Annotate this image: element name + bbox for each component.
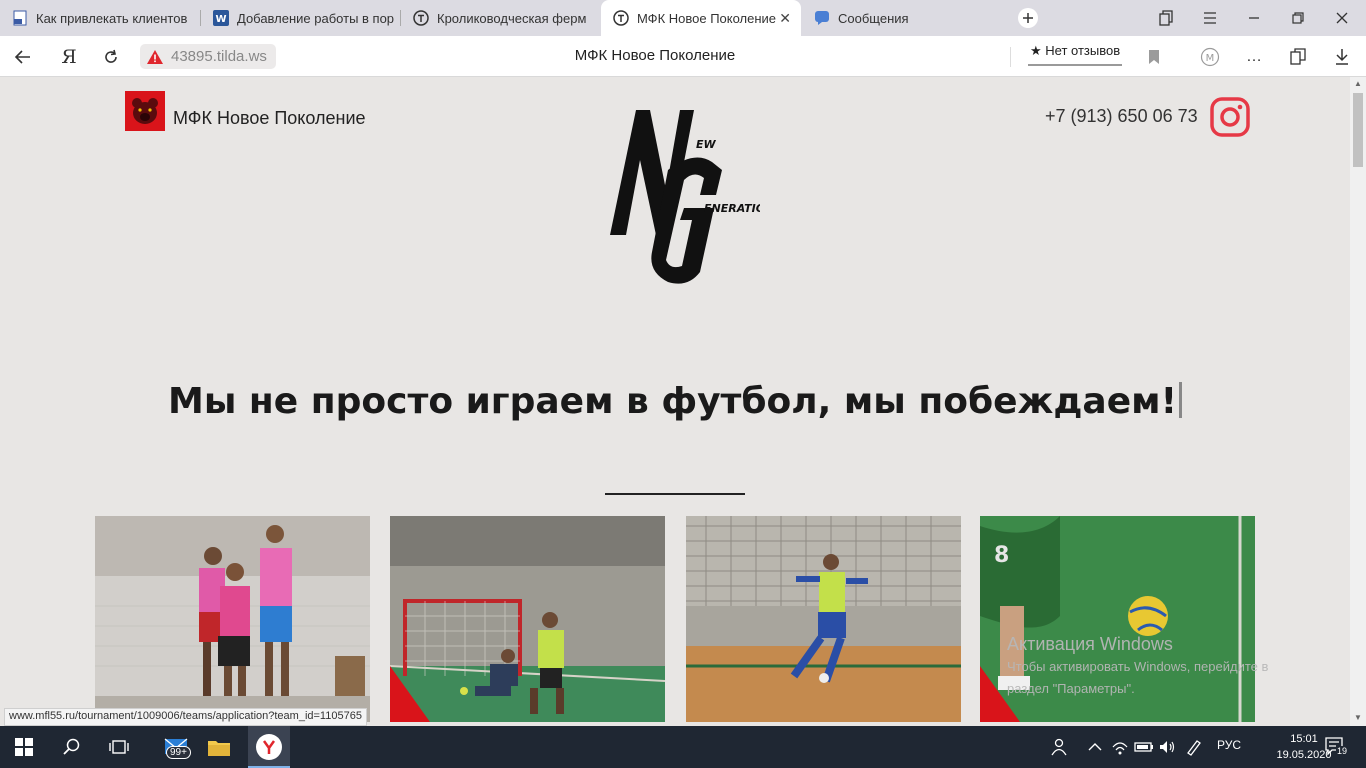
logo-text-ew: EW	[696, 138, 717, 151]
gallery-photo[interactable]	[390, 516, 665, 722]
link-status-url: www.mfl55.ru/tournament/1009006/teams/ap…	[4, 708, 367, 726]
tilda-icon	[413, 10, 429, 26]
file-explorer-icon[interactable]	[206, 734, 232, 760]
notifications-icon[interactable]: 19	[1324, 736, 1350, 758]
close-tab-icon[interactable]: ✕	[779, 10, 791, 27]
volume-icon[interactable]	[1154, 734, 1180, 760]
notification-count: 19	[1336, 746, 1349, 756]
tab-title: Добавление работы в пор	[237, 10, 395, 26]
yandex-browser-taskbar-button[interactable]	[248, 726, 290, 768]
windows-activation-watermark: Активация Windows Чтобы активировать Win…	[1007, 632, 1268, 700]
tab-mfk-new-generation[interactable]: МФК Новое Поколение ✕	[601, 0, 801, 36]
hero-headline: Мы не просто играем в футбол, мы побежда…	[0, 381, 1350, 422]
svg-text:M: M	[1206, 53, 1215, 64]
brand-name[interactable]: МФК Новое Поколение	[173, 108, 366, 129]
divider	[1010, 47, 1011, 67]
people-icon[interactable]	[1046, 734, 1072, 760]
collections-icon[interactable]	[1154, 6, 1178, 30]
word-icon: W	[213, 10, 229, 26]
keyboard-language[interactable]: РУС	[1217, 738, 1241, 752]
wifi-icon[interactable]	[1107, 734, 1133, 760]
gallery-photo[interactable]	[686, 516, 961, 722]
tab-title: Как привлекать клиентов	[36, 10, 188, 26]
yandex-browser-icon	[256, 734, 282, 760]
yandex-icon[interactable]: Я	[56, 44, 82, 70]
watermark-title: Активация Windows	[1007, 634, 1173, 654]
back-icon[interactable]	[10, 44, 36, 70]
bear-logo[interactable]	[125, 91, 165, 131]
warning-icon	[147, 49, 163, 64]
scrollbar-thumb[interactable]	[1353, 93, 1363, 167]
tab-rabbit-farm[interactable]: Кролиководческая ферм	[401, 0, 600, 36]
section-divider	[605, 493, 745, 495]
svg-text:8: 8	[994, 543, 1009, 568]
url-text: 43895.tilda.ws	[171, 48, 267, 65]
more-icon[interactable]: …	[1241, 44, 1267, 70]
tab-title: МФК Новое Поколение	[637, 10, 777, 26]
pdf-icon	[12, 10, 28, 26]
gallery-photo[interactable]	[95, 516, 370, 722]
tab-messages[interactable]: Сообщения	[802, 0, 1000, 36]
mail-app-icon[interactable]: 99+	[158, 734, 194, 760]
scroll-down-icon[interactable]: ▼	[1353, 713, 1363, 722]
tab-title: Сообщения	[838, 10, 909, 26]
ng-team-logo: EW ENERATION	[600, 100, 774, 292]
tab-add-work[interactable]: W Добавление работы в пор	[201, 0, 400, 36]
tab-how-to-attract-clients[interactable]: Как привлекать клиентов	[0, 0, 200, 36]
minimize-icon[interactable]	[1242, 6, 1266, 30]
svg-text:W: W	[215, 14, 226, 25]
headline-text: Мы не просто играем в футбол, мы побежда…	[168, 381, 1177, 422]
tilda-icon	[613, 10, 629, 26]
new-tab-button[interactable]	[1016, 6, 1040, 30]
browser-tab-bar: Как привлекать клиентов W Добавление раб…	[0, 0, 1366, 36]
extensions-icon[interactable]	[1285, 44, 1311, 70]
web-page: МФК Новое Поколение EW ENERATION +7 (913…	[0, 77, 1350, 726]
menu-icon[interactable]	[1198, 6, 1222, 30]
logo-text-eneration: ENERATION	[704, 202, 760, 215]
pen-icon[interactable]	[1181, 734, 1207, 760]
chevron-up-icon[interactable]	[1082, 734, 1108, 760]
bookmark-icon[interactable]	[1141, 44, 1167, 70]
page-title: МФК Новое Поколение	[574, 47, 736, 64]
watermark-line1: Чтобы активировать Windows, перейдите в	[1007, 659, 1269, 674]
phone-number[interactable]: +7 (913) 650 06 73	[1045, 106, 1198, 127]
close-window-icon[interactable]	[1330, 6, 1354, 30]
windows-taskbar: 99+ РУС 15:01 19.05.2020 19	[0, 726, 1366, 768]
reviews-button[interactable]: ★ Нет отзывов	[1028, 42, 1123, 66]
messages-icon	[814, 10, 830, 26]
url-field[interactable]: 43895.tilda.ws	[140, 44, 276, 69]
windows-start-icon[interactable]	[11, 734, 37, 760]
download-icon[interactable]	[1329, 44, 1355, 70]
task-view-icon[interactable]	[106, 734, 132, 760]
tab-title: Кролиководческая ферм	[437, 10, 587, 26]
page-scrollbar[interactable]: ▲ ▼	[1350, 77, 1366, 726]
instagram-icon[interactable]	[1209, 96, 1251, 138]
metro-icon[interactable]: M	[1197, 44, 1223, 70]
address-bar: Я 43895.tilda.ws МФК Новое Поколение ★ Н…	[0, 36, 1366, 77]
mail-badge: 99+	[166, 746, 191, 759]
watermark-line2: раздел "Параметры".	[1007, 681, 1135, 696]
restore-icon[interactable]	[1286, 6, 1310, 30]
search-icon[interactable]	[59, 734, 85, 760]
typing-caret	[1178, 382, 1182, 418]
scroll-up-icon[interactable]: ▲	[1353, 79, 1363, 88]
reload-icon[interactable]	[98, 44, 124, 70]
